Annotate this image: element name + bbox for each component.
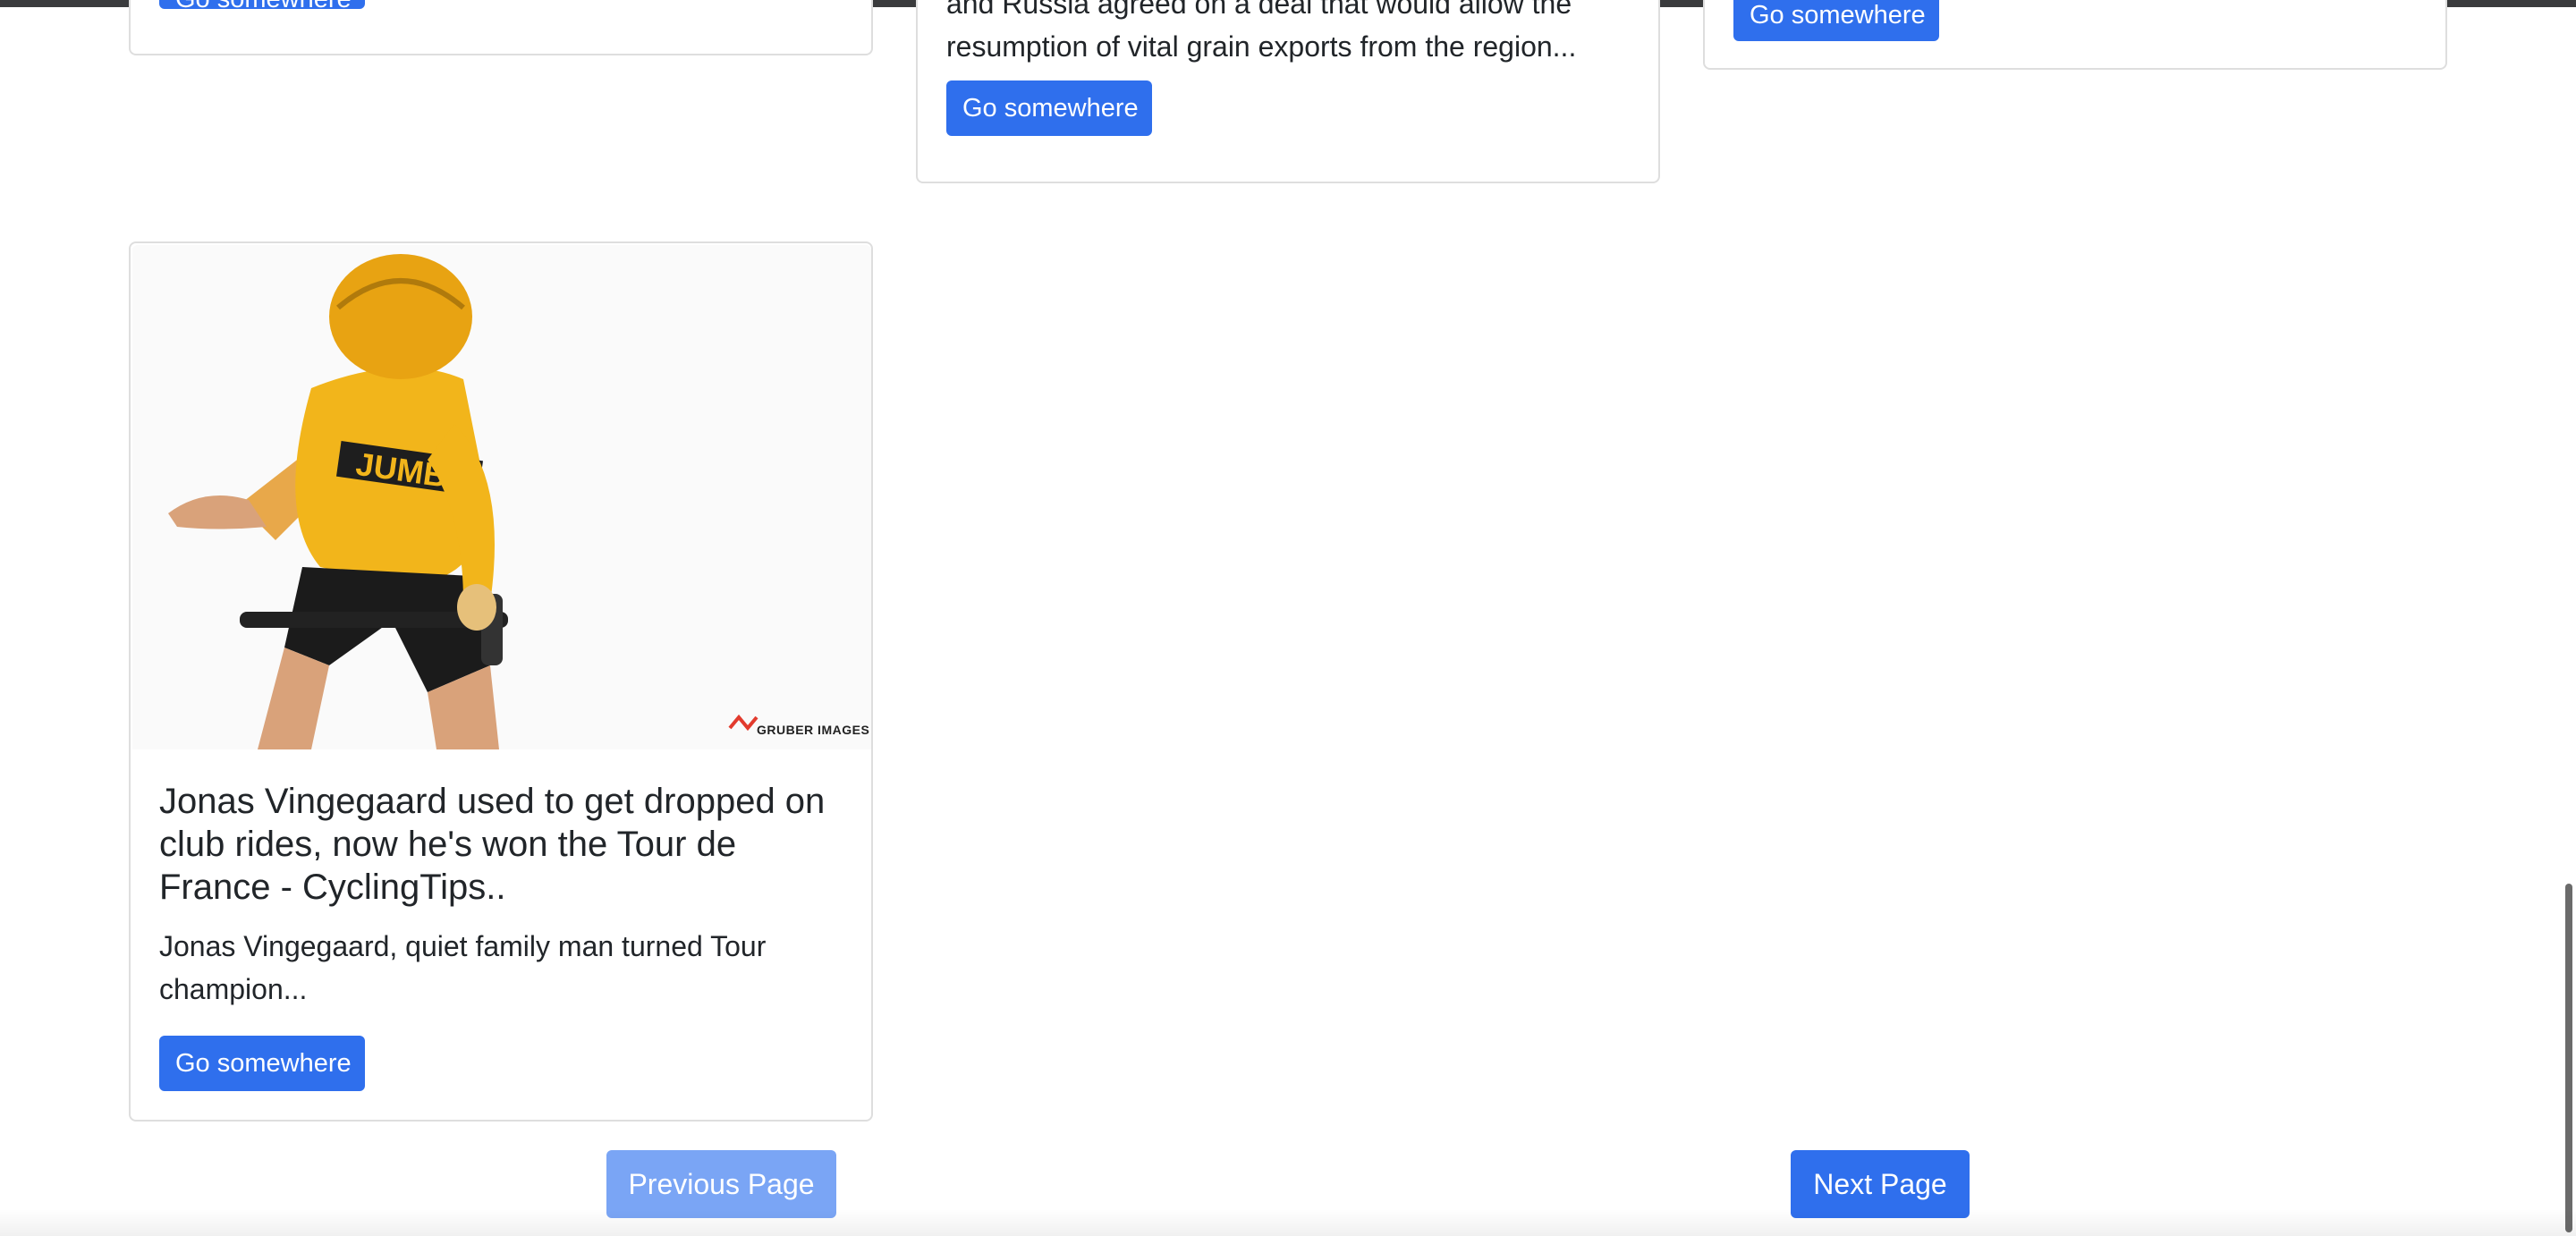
news-card-top-middle: and Russia agreed on a deal that would a… <box>916 0 1660 183</box>
card-text: Jonas Vingegaard, quiet family man turne… <box>159 930 767 1005</box>
go-somewhere-button[interactable]: Go somewhere <box>159 0 365 13</box>
go-somewhere-button[interactable]: Go somewhere <box>1733 0 1939 41</box>
card-text-line-2: resumption of vital grain exports from t… <box>946 30 1577 63</box>
news-card-vingegaard: JUMBO GRUBER IMAGES Jonas Vingegaard use… <box>129 241 873 1122</box>
cyclist-image: JUMBO <box>132 245 871 749</box>
card-title: Jonas Vingegaard used to get dropped on … <box>159 782 826 907</box>
bottom-edge-shadow <box>0 1209 2576 1236</box>
previous-page-button[interactable]: Previous Page <box>606 1150 836 1218</box>
scrollbar-thumb[interactable] <box>2565 884 2572 1232</box>
page: Go somewhere and Russia agreed on a deal… <box>0 0 2576 1236</box>
news-card-top-right: Go somewhere <box>1703 0 2447 70</box>
image-watermark: GRUBER IMAGES <box>757 723 870 737</box>
next-page-button[interactable]: Next Page <box>1791 1150 1970 1218</box>
go-somewhere-button[interactable]: Go somewhere <box>946 80 1152 136</box>
news-card-top-left: Go somewhere <box>129 0 873 55</box>
card-image: JUMBO GRUBER IMAGES <box>132 245 871 749</box>
card-text-line-1: and Russia agreed on a deal that would a… <box>946 0 1572 20</box>
go-somewhere-button[interactable]: Go somewhere <box>159 1036 365 1091</box>
